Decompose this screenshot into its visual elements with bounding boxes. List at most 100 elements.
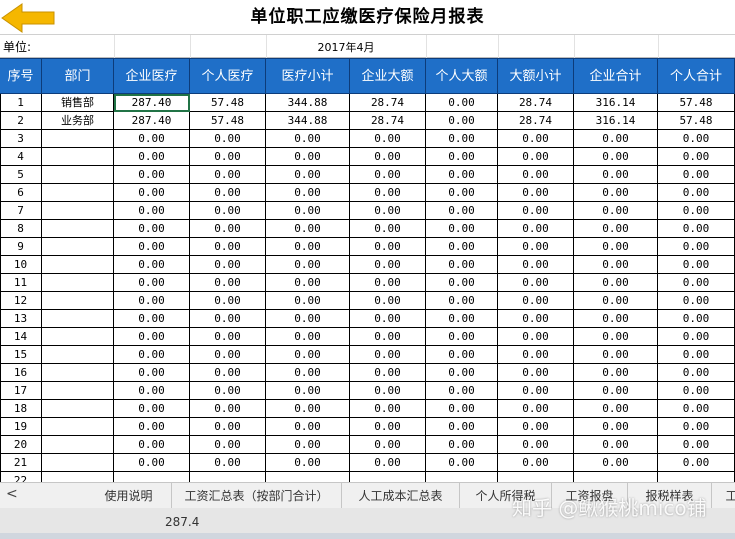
table-cell[interactable] (42, 202, 114, 220)
table-cell[interactable]: 28.74 (350, 112, 426, 130)
table-cell[interactable]: 0.00 (498, 382, 574, 400)
table-cell[interactable]: 20 (0, 436, 42, 454)
table-cell[interactable]: 0.00 (574, 382, 658, 400)
table-cell[interactable]: 0.00 (426, 220, 498, 238)
table-cell[interactable] (350, 472, 426, 482)
table-cell[interactable]: 0.00 (114, 256, 190, 274)
table-cell[interactable]: 0.00 (114, 130, 190, 148)
table-cell[interactable]: 0.00 (498, 220, 574, 238)
table-cell[interactable]: 0.00 (190, 220, 266, 238)
table-cell[interactable]: 0.00 (266, 400, 350, 418)
table-cell[interactable]: 0.00 (114, 274, 190, 292)
table-cell[interactable]: 0.00 (574, 310, 658, 328)
table-cell[interactable]: 0.00 (574, 364, 658, 382)
table-cell[interactable]: 0.00 (114, 310, 190, 328)
table-cell[interactable]: 11 (0, 274, 42, 292)
table-cell[interactable]: 8 (0, 220, 42, 238)
table-cell[interactable]: 0.00 (266, 202, 350, 220)
table-cell[interactable]: 0.00 (266, 148, 350, 166)
table-cell[interactable]: 0.00 (266, 310, 350, 328)
table-cell[interactable] (574, 472, 658, 482)
table-cell[interactable]: 0.00 (574, 346, 658, 364)
table-cell[interactable]: 0.00 (190, 238, 266, 256)
table-cell[interactable]: 0.00 (114, 436, 190, 454)
table-cell[interactable]: 0.00 (350, 292, 426, 310)
table-cell[interactable]: 0.00 (498, 184, 574, 202)
table-cell[interactable]: 287.40 (114, 112, 190, 130)
table-cell[interactable]: 0.00 (498, 256, 574, 274)
table-cell[interactable] (42, 274, 114, 292)
table-cell[interactable]: 0.00 (266, 328, 350, 346)
table-cell[interactable] (42, 148, 114, 166)
table-cell[interactable]: 0.00 (426, 418, 498, 436)
table-cell[interactable]: 0.00 (426, 112, 498, 130)
table-cell[interactable]: 0.00 (266, 184, 350, 202)
table-cell[interactable]: 0.00 (658, 418, 735, 436)
table-cell[interactable]: 0.00 (498, 130, 574, 148)
table-cell[interactable]: 销售部 (42, 94, 114, 112)
table-cell[interactable]: 9 (0, 238, 42, 256)
table-cell[interactable]: 0.00 (574, 202, 658, 220)
table-cell[interactable]: 57.48 (190, 112, 266, 130)
table-cell[interactable]: 0.00 (114, 184, 190, 202)
table-cell[interactable]: 0.00 (426, 310, 498, 328)
column-header[interactable]: 大额小计 (498, 59, 574, 95)
table-cell[interactable]: 0.00 (498, 346, 574, 364)
table-cell[interactable]: 0.00 (190, 364, 266, 382)
table-cell[interactable]: 0.00 (190, 130, 266, 148)
table-cell[interactable]: 0.00 (574, 166, 658, 184)
table-cell[interactable] (42, 166, 114, 184)
table-cell[interactable]: 0.00 (350, 454, 426, 472)
table-cell[interactable]: 21 (0, 454, 42, 472)
table-cell[interactable]: 0.00 (266, 220, 350, 238)
table-cell[interactable]: 0.00 (114, 382, 190, 400)
table-cell[interactable]: 15 (0, 346, 42, 364)
table-cell[interactable]: 0.00 (498, 310, 574, 328)
table-cell[interactable]: 0.00 (658, 328, 735, 346)
table-cell[interactable]: 4 (0, 148, 42, 166)
table-cell[interactable]: 0.00 (574, 454, 658, 472)
column-header[interactable]: 企业合计 (574, 59, 658, 95)
table-cell[interactable]: 0.00 (114, 202, 190, 220)
table-cell[interactable]: 0.00 (426, 184, 498, 202)
table-cell[interactable]: 0.00 (266, 166, 350, 184)
table-cell[interactable]: 16 (0, 364, 42, 382)
table-cell[interactable] (498, 472, 574, 482)
table-cell[interactable]: 0.00 (574, 238, 658, 256)
table-cell[interactable]: 18 (0, 400, 42, 418)
table-cell[interactable]: 0.00 (114, 292, 190, 310)
table-cell[interactable]: 0.00 (498, 400, 574, 418)
table-cell[interactable]: 0.00 (498, 418, 574, 436)
table-cell[interactable] (42, 184, 114, 202)
table-cell[interactable] (42, 382, 114, 400)
table-cell[interactable]: 28.74 (498, 94, 574, 112)
column-header[interactable]: 个人大额 (426, 59, 498, 95)
column-header[interactable]: 部门 (42, 59, 114, 95)
table-cell[interactable]: 0.00 (498, 148, 574, 166)
table-cell[interactable] (42, 130, 114, 148)
table-cell[interactable]: 0.00 (114, 454, 190, 472)
table-cell[interactable]: 0.00 (350, 328, 426, 346)
table-cell[interactable]: 0.00 (266, 418, 350, 436)
table-cell[interactable]: 17 (0, 382, 42, 400)
table-cell[interactable]: 0.00 (266, 454, 350, 472)
table-cell[interactable] (42, 418, 114, 436)
column-header[interactable]: 个人合计 (658, 59, 735, 95)
table-cell[interactable]: 0.00 (498, 238, 574, 256)
table-cell[interactable]: 316.14 (574, 94, 658, 112)
table-cell[interactable]: 0.00 (658, 220, 735, 238)
table-cell[interactable]: 0.00 (426, 202, 498, 220)
table-cell[interactable]: 0.00 (426, 400, 498, 418)
table-cell[interactable]: 0.00 (190, 148, 266, 166)
table-cell[interactable] (114, 472, 190, 482)
table-cell[interactable]: 7 (0, 202, 42, 220)
table-cell[interactable]: 0.00 (114, 346, 190, 364)
table-cell[interactable] (42, 238, 114, 256)
table-cell[interactable] (42, 436, 114, 454)
table-cell[interactable] (42, 310, 114, 328)
table-cell[interactable] (42, 292, 114, 310)
table-cell[interactable]: 0.00 (190, 292, 266, 310)
table-cell[interactable]: 0.00 (658, 256, 735, 274)
table-cell[interactable]: 0.00 (350, 310, 426, 328)
table-cell[interactable]: 0.00 (498, 328, 574, 346)
